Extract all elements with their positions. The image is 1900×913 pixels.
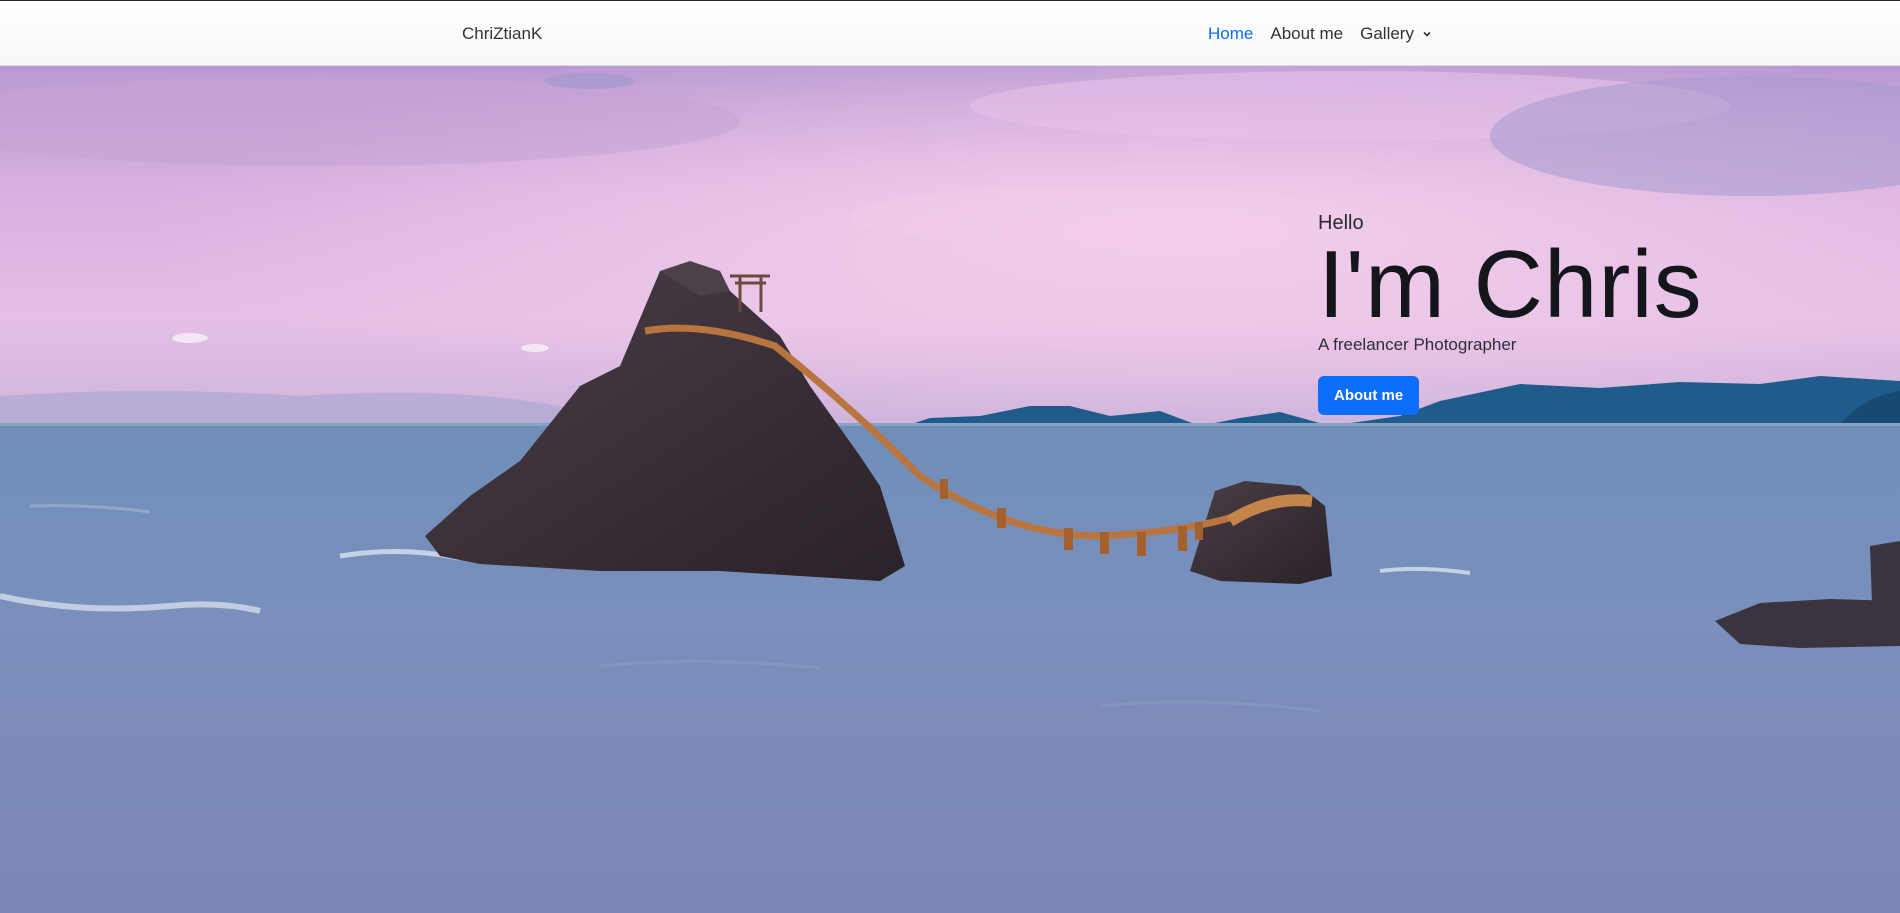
nav-link-about[interactable]: About me bbox=[1270, 24, 1343, 44]
nav-dropdown-label: Gallery bbox=[1360, 24, 1414, 43]
page: ChriZtianK Home About me Gallery Hello I… bbox=[0, 0, 1900, 913]
hero-background-image bbox=[0, 66, 1900, 913]
hero-headline: I'm Chris bbox=[1318, 231, 1703, 338]
brand-logo[interactable]: ChriZtianK bbox=[462, 24, 542, 44]
about-me-button[interactable]: About me bbox=[1318, 376, 1420, 415]
nav-links: Home About me Gallery bbox=[1208, 24, 1449, 44]
navbar: ChriZtianK Home About me Gallery bbox=[0, 2, 1900, 66]
hero-section: Hello I'm Chris A freelancer Photographe… bbox=[0, 66, 1900, 913]
hero-tagline: A freelancer Photographer bbox=[1318, 335, 1517, 354]
hero-text: Hello I'm Chris A freelancer Photographe… bbox=[1318, 212, 1703, 415]
chevron-down-icon bbox=[1423, 31, 1431, 37]
nav-dropdown-gallery[interactable]: Gallery bbox=[1360, 24, 1432, 44]
nav-link-home[interactable]: Home bbox=[1208, 24, 1253, 44]
